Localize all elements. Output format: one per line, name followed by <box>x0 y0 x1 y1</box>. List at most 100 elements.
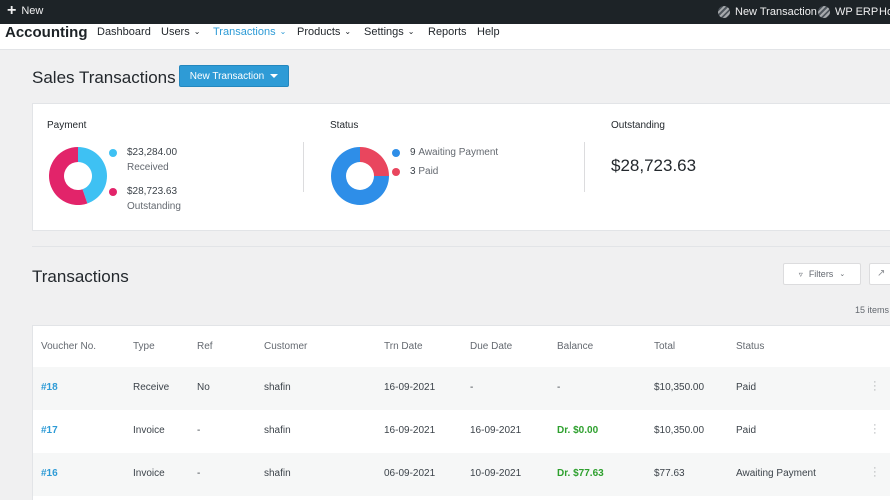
cell-balance: Dr. $77.63 <box>557 468 604 479</box>
col-customer[interactable]: Customer <box>264 341 307 352</box>
divider <box>303 142 304 192</box>
export-button[interactable]: ↗ <box>869 263 890 285</box>
paid-count: 3 <box>410 166 416 177</box>
chevron-down-icon: ⌄ <box>193 27 201 36</box>
admin-new-button[interactable]: + New <box>7 2 44 19</box>
table-row[interactable]: #16 Invoice - shafin 06-09-2021 10-09-20… <box>33 453 890 496</box>
paid-label: Paid <box>418 166 439 177</box>
legend-outstanding: $28,723.63 Outstanding <box>109 186 181 212</box>
awaiting-label: Awaiting Payment <box>418 147 499 158</box>
nav-item-label: Dashboard <box>97 26 151 38</box>
cell-status: Paid <box>736 425 757 436</box>
cell-trn-date: 16-09-2021 <box>384 382 436 393</box>
nav-item-label: Reports <box>428 26 467 38</box>
nav-item-dashboard[interactable]: Dashboard <box>97 26 151 38</box>
status-label: Status <box>330 120 359 131</box>
cell-balance: Dr. $0.00 <box>557 425 599 436</box>
plus-icon: + <box>7 2 17 19</box>
chevron-down-icon: ⌄ <box>839 271 846 278</box>
cell-balance: - <box>557 382 561 393</box>
nav-item-label: Products <box>297 26 341 38</box>
voucher-link[interactable]: #17 <box>41 425 58 436</box>
admin-new-label: New <box>21 5 44 17</box>
brand-title: Accounting <box>5 24 88 41</box>
outstanding-label: Outstanding <box>127 201 181 212</box>
caret-down-icon <box>270 74 279 78</box>
admin-wp-erp-link[interactable]: WP ERP <box>818 6 878 18</box>
export-icon: ↗ <box>877 268 886 279</box>
col-balance[interactable]: Balance <box>557 341 593 352</box>
nav-item-label: Settings <box>364 26 404 38</box>
status-donut-chart <box>331 147 389 205</box>
cell-customer: shafin <box>264 425 291 436</box>
outstanding-total: $28,723.63 <box>611 156 697 175</box>
payment-donut-chart <box>49 147 108 205</box>
received-amount: $23,284.00 <box>127 147 178 158</box>
col-due-date[interactable]: Due Date <box>470 341 512 352</box>
col-type[interactable]: Type <box>133 341 155 352</box>
status-paid-slice <box>360 147 389 176</box>
admin-howdy-link[interactable]: Howdy <box>879 6 890 18</box>
cell-due-date: - <box>470 382 474 393</box>
payment-label: Payment <box>47 120 87 131</box>
cell-status: Awaiting Payment <box>736 468 816 479</box>
filter-icon: ▿ <box>798 269 803 279</box>
admin-howdy-label: Howdy <box>879 6 890 18</box>
nav-item-help[interactable]: Help <box>477 26 500 38</box>
cell-type: Receive <box>133 382 170 393</box>
outstanding-title: Outstanding <box>611 120 665 131</box>
cell-type: Invoice <box>133 468 165 479</box>
nav-item-label: Transactions <box>213 26 276 38</box>
chevron-down-icon: ⌄ <box>344 27 352 36</box>
items-count: 15 items <box>855 305 890 315</box>
col-voucher[interactable]: Voucher No. <box>41 341 96 352</box>
cell-customer: shafin <box>264 382 291 393</box>
chevron-down-icon: ⌄ <box>279 27 287 36</box>
cell-trn-date: 16-09-2021 <box>384 425 436 436</box>
admin-bar: + New New Transaction WP ERP Howdy <box>0 0 890 24</box>
col-ref[interactable]: Ref <box>197 341 213 352</box>
transactions-title: Transactions <box>32 267 129 286</box>
new-transaction-button[interactable]: New Transaction <box>179 65 289 87</box>
globe-icon <box>818 6 830 18</box>
col-trn-date[interactable]: Trn Date <box>384 341 423 352</box>
voucher-link[interactable]: #16 <box>41 468 58 479</box>
cell-status: Paid <box>736 382 757 393</box>
admin-wp-erp-label: WP ERP <box>835 6 879 18</box>
legend-received: $23,284.00 Received <box>109 147 177 173</box>
col-total[interactable]: Total <box>654 341 675 352</box>
cell-ref: No <box>197 382 210 393</box>
summary-card: Payment $23,284.00 Received $28,723.63 Out… <box>32 103 890 231</box>
nav-item-settings[interactable]: Settings ⌄ <box>364 26 414 38</box>
cell-ref: - <box>197 468 201 479</box>
received-label: Received <box>127 162 169 173</box>
globe-icon <box>718 6 730 18</box>
row-actions-icon[interactable]: · · · <box>873 463 877 482</box>
admin-new-transaction-link[interactable]: New Transaction <box>718 6 817 18</box>
nav-item-transactions[interactable]: Transactions ⌄ <box>213 26 286 38</box>
admin-new-transaction-label: New Transaction <box>735 6 817 18</box>
nav-item-reports[interactable]: Reports <box>428 26 467 38</box>
nav-item-products[interactable]: Products ⌄ <box>297 26 351 38</box>
voucher-link[interactable]: #18 <box>41 382 58 393</box>
table-row[interactable]: #17 Invoice - shafin 16-09-2021 16-09-20… <box>33 410 890 453</box>
row-actions-icon[interactable]: · · · <box>873 420 877 439</box>
filters-label: Filters <box>808 269 834 279</box>
table-row[interactable]: #18 Receive No shafin 16-09-2021 - - $10… <box>33 367 890 410</box>
col-status[interactable]: Status <box>736 341 764 352</box>
outstanding-dot-icon <box>109 188 117 196</box>
legend-paid: 3 Paid <box>392 166 438 177</box>
awaiting-count: 9 <box>410 147 416 158</box>
row-actions-icon[interactable]: · · · <box>873 377 877 396</box>
legend-awaiting: 9 Awaiting Payment <box>392 147 498 158</box>
page-title: Sales Transactions <box>32 68 176 87</box>
section-divider <box>32 246 890 247</box>
paid-dot-icon <box>392 168 400 176</box>
awaiting-dot-icon <box>392 149 400 157</box>
nav-item-users[interactable]: Users ⌄ <box>161 26 200 38</box>
cell-due-date: 10-09-2021 <box>470 468 522 479</box>
divider <box>584 142 585 192</box>
cell-total: $10,350.00 <box>654 425 705 436</box>
filters-button[interactable]: ▿ Filters ⌄ <box>783 263 861 285</box>
nav-item-label: Users <box>161 26 190 38</box>
